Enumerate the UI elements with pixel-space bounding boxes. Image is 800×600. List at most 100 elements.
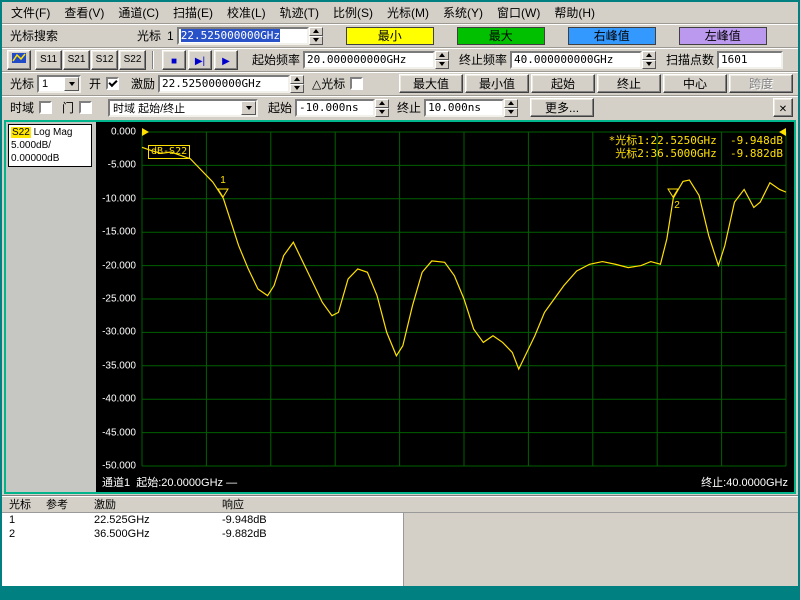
spinner-up-icon [646, 53, 652, 57]
spinner-up-button[interactable] [642, 51, 656, 60]
spinner-up-button[interactable] [375, 99, 389, 108]
marker-function-button[interactable]: 终止 [597, 74, 661, 93]
plot-overlay: 12 [142, 132, 786, 466]
continuous-sweep-button[interactable]: ▶ [214, 50, 238, 70]
sweep-points-input[interactable] [717, 51, 783, 69]
spinner-up-button[interactable] [435, 51, 449, 60]
dropdown-arrow-icon[interactable] [241, 101, 256, 115]
gate-label: 门 [62, 99, 74, 116]
trace-format: Log Mag [31, 127, 73, 138]
plot-sidebar: S22 Log Mag 5.000dB/ 0.00000dB [6, 122, 96, 492]
sparam-button-s21[interactable]: S21 [63, 50, 90, 70]
spinner-down-button[interactable] [290, 84, 304, 93]
marker-number: 1 [220, 176, 226, 186]
spinner-down-button[interactable] [504, 108, 518, 117]
marker-search-value-field[interactable]: 22.525000000GHz [177, 27, 309, 45]
marker-triangle-icon [217, 188, 229, 198]
left-peak-button[interactable]: 左峰值 [679, 27, 767, 45]
stop-freq-input[interactable] [510, 51, 642, 69]
marker-function-button[interactable]: 跨度 [729, 74, 793, 93]
spinner-down-button[interactable] [642, 60, 656, 69]
sparam-button-s12[interactable]: S12 [91, 50, 118, 70]
y-axis-tick-label: 0.000 [111, 127, 136, 138]
menu-item[interactable]: 通道(C) [111, 2, 166, 23]
marker-table-header-cell: 参考 [46, 496, 94, 512]
marker-on-checkbox[interactable] [106, 77, 119, 90]
continuous-sweep-icon: ▶ [222, 56, 230, 67]
sparam-button-s11[interactable]: S11 [35, 50, 62, 70]
menu-item[interactable]: 轨迹(T) [273, 2, 326, 23]
stimulus-input[interactable] [158, 75, 290, 93]
y-axis-tick-label: -45.000 [102, 427, 136, 438]
spinner-up-icon [313, 29, 319, 33]
time-start-label: 起始 [268, 99, 292, 116]
time-domain-mode-value: 时域 起始/终止 [110, 101, 241, 115]
marker-function-button[interactable]: 最小值 [465, 74, 529, 93]
spinner-up-button[interactable] [504, 99, 518, 108]
time-domain-mode-select[interactable]: 时域 起始/终止 [108, 99, 258, 117]
trace-setup-button[interactable] [7, 50, 31, 70]
table-cell: 2 [2, 528, 46, 540]
more-button[interactable]: 更多... [530, 98, 594, 117]
spinner-down-icon [646, 62, 652, 66]
time-start-spinner [375, 99, 389, 117]
sparam-button-s22[interactable]: S22 [119, 50, 146, 70]
menu-item[interactable]: 扫描(E) [166, 2, 220, 23]
right-peak-button[interactable]: 右峰值 [568, 27, 656, 45]
menu-item[interactable]: 帮助(H) [547, 2, 602, 23]
single-sweep-button[interactable]: ▶| [188, 50, 212, 70]
time-domain-checkbox[interactable] [39, 101, 52, 114]
marker-number: 2 [674, 201, 680, 211]
stop-freq-footer-label: 终止:40.0000GHz [701, 474, 788, 490]
table-cell: -9.882dB [222, 528, 403, 540]
menu-item[interactable]: 光标(M) [380, 2, 436, 23]
dropdown-arrow-icon[interactable] [64, 77, 79, 91]
trace-reference: 0.00000dB [11, 152, 89, 165]
marker-function-button[interactable]: 起始 [531, 74, 595, 93]
menu-item[interactable]: 校准(L) [220, 2, 273, 23]
trace-icon [11, 51, 27, 65]
delta-marker-checkbox[interactable] [350, 77, 363, 90]
y-axis-tick-label: -15.000 [102, 227, 136, 238]
spinner-down-button[interactable] [435, 60, 449, 69]
gate-checkbox[interactable] [79, 101, 92, 114]
marker-label: 光标 [10, 75, 34, 92]
marker-table-header-cell: 光标 [2, 496, 46, 512]
trace-info-box[interactable]: S22 Log Mag 5.000dB/ 0.00000dB [8, 124, 92, 167]
marker-table-header: 光标参考激励响应 [2, 496, 798, 513]
stimulus-spinner [290, 75, 304, 93]
menu-item[interactable]: 窗口(W) [490, 2, 547, 23]
trace-format-line: S22 Log Mag [11, 126, 89, 139]
spinner-down-icon [379, 110, 385, 114]
close-toolbar-button[interactable]: ✕ [773, 98, 793, 117]
stimulus-label: 激励 [131, 75, 155, 92]
spinner-up-button[interactable] [309, 27, 323, 36]
min-search-button[interactable]: 最小 [346, 27, 434, 45]
menu-item[interactable]: 文件(F) [4, 2, 57, 23]
y-axis-tick-label: -35.000 [102, 360, 136, 371]
start-freq-input[interactable] [303, 51, 435, 69]
menu-item[interactable]: 比例(S) [326, 2, 380, 23]
time-start-input[interactable] [295, 99, 375, 117]
spinner-down-button[interactable] [309, 36, 323, 45]
time-stop-input[interactable] [424, 99, 504, 117]
marker-search-label: 光标搜索 [10, 27, 58, 44]
table-row: 122.525GHz-9.948dB [2, 513, 403, 527]
marker-search-spinner [309, 27, 323, 45]
close-icon: ✕ [779, 104, 787, 115]
marker-function-button[interactable]: 最大值 [399, 74, 463, 93]
max-search-button[interactable]: 最大 [457, 27, 545, 45]
marker-select[interactable]: 1 [37, 75, 81, 93]
menu-item[interactable]: 查看(V) [57, 2, 111, 23]
hold-button[interactable]: ■ [162, 50, 186, 70]
marker-function-button[interactable]: 中心 [663, 74, 727, 93]
toolbar-sweep: S11S21S12S22 ■ ▶| ▶ 起始频率 终止频率 扫描点数 [2, 47, 798, 71]
trace-scale: 5.000dB/ [11, 139, 89, 152]
menu-item[interactable]: 系统(Y) [436, 2, 490, 23]
toolbar-marker: 光标 1 开 激励 △光标 最大值最小值起始终止中心跨度 [2, 71, 798, 95]
spinner-up-icon [294, 77, 300, 81]
y-axis-tick-label: -5.000 [108, 160, 136, 171]
spinner-down-button[interactable] [375, 108, 389, 117]
marker-search-value: 22.525000000GHz [181, 29, 280, 42]
spinner-up-button[interactable] [290, 75, 304, 84]
